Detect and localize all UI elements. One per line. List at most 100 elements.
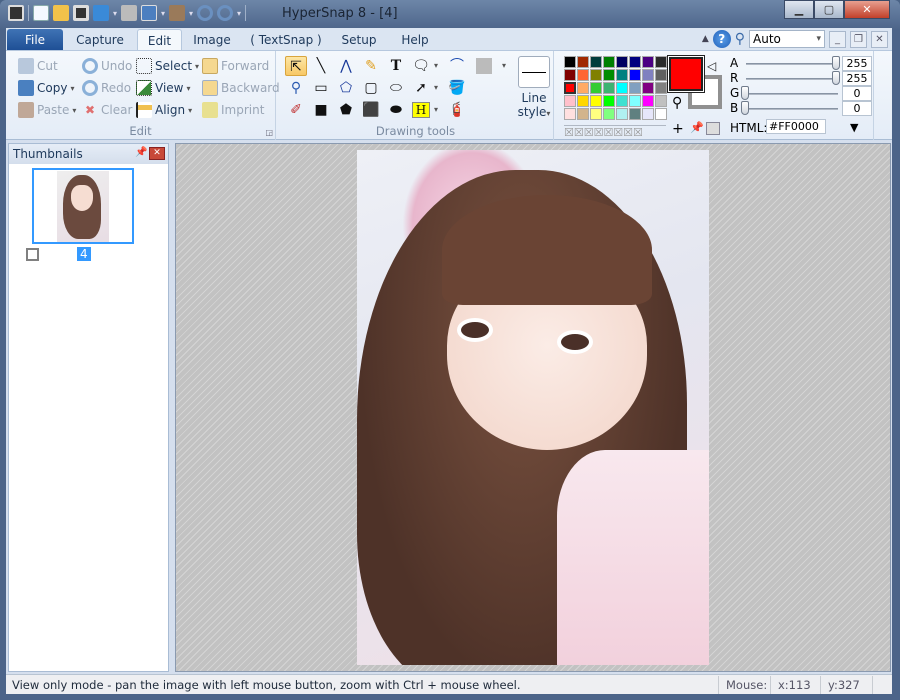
fill-tool[interactable]: 🪣 bbox=[446, 78, 468, 98]
zoom-select[interactable]: Auto bbox=[749, 30, 825, 48]
color-swatch[interactable] bbox=[616, 82, 628, 94]
color-swatch[interactable] bbox=[629, 56, 641, 68]
filled-ellipse-tool[interactable]: ⬬ bbox=[385, 100, 407, 120]
line-style-button[interactable]: Line style▾ bbox=[516, 56, 552, 120]
color-swatch[interactable] bbox=[655, 95, 667, 107]
color-swatch[interactable] bbox=[642, 69, 654, 81]
alpha-slider-thumb[interactable] bbox=[832, 56, 840, 70]
minimize-button[interactable]: ▁ bbox=[784, 0, 814, 19]
backward-button[interactable]: Backward bbox=[202, 80, 280, 96]
color-swatch[interactable] bbox=[629, 108, 641, 120]
thumbnail-item[interactable] bbox=[32, 168, 134, 244]
camera-icon[interactable] bbox=[8, 5, 24, 21]
filled-polygon-tool[interactable]: ⬟ bbox=[335, 100, 357, 120]
green-slider[interactable] bbox=[746, 93, 838, 95]
text-tool[interactable]: T bbox=[385, 56, 407, 76]
color-swatch[interactable] bbox=[655, 69, 667, 81]
color-swatch[interactable] bbox=[603, 56, 615, 68]
pin-icon[interactable]: 📌 bbox=[690, 121, 704, 134]
new-icon[interactable] bbox=[33, 5, 49, 21]
tab-textsnap[interactable]: ( TextSnap ) bbox=[246, 29, 326, 51]
color-swatch[interactable] bbox=[629, 82, 641, 94]
doc-minimize-button[interactable]: _ bbox=[829, 30, 846, 48]
collapse-ribbon-icon[interactable]: ▲ bbox=[702, 34, 709, 44]
redo-icon[interactable] bbox=[217, 5, 234, 21]
tab-file[interactable]: File bbox=[7, 29, 63, 51]
tab-setup[interactable]: Setup bbox=[334, 29, 384, 51]
tab-capture[interactable]: Capture bbox=[66, 29, 134, 51]
color-swatch[interactable] bbox=[603, 95, 615, 107]
eraser-tool[interactable]: ✐ bbox=[285, 100, 307, 120]
thumbnail-checkbox[interactable] bbox=[26, 248, 39, 261]
close-panel-icon[interactable]: ✕ bbox=[149, 147, 165, 160]
rectangle-tool[interactable]: ▭ bbox=[310, 78, 332, 98]
image-canvas[interactable] bbox=[175, 143, 891, 672]
cut-button[interactable]: Cut bbox=[18, 58, 58, 74]
upload-icon[interactable] bbox=[93, 5, 109, 21]
dialog-launcher-icon[interactable]: ◲ bbox=[265, 128, 273, 137]
alpha-value[interactable]: 255 bbox=[842, 56, 872, 71]
green-slider-thumb[interactable] bbox=[741, 86, 749, 100]
save-icon[interactable] bbox=[73, 5, 89, 21]
transparency-icon[interactable] bbox=[706, 122, 720, 135]
tab-image[interactable]: Image bbox=[186, 29, 238, 51]
color-swatch[interactable] bbox=[564, 95, 576, 107]
pin-icon[interactable]: 📌 bbox=[135, 147, 147, 158]
red-slider[interactable] bbox=[746, 78, 838, 80]
color-swatch[interactable] bbox=[629, 95, 641, 107]
spray-tool[interactable]: 🧯 bbox=[446, 100, 468, 120]
filled-rect-tool[interactable]: ■ bbox=[310, 100, 332, 120]
color-swatch[interactable] bbox=[616, 69, 628, 81]
blue-slider[interactable] bbox=[746, 108, 838, 110]
color-swatch[interactable] bbox=[655, 108, 667, 120]
clipboard-icon[interactable] bbox=[169, 5, 186, 21]
eyedropper-icon[interactable]: ⚲ bbox=[672, 95, 682, 111]
ellipse-tool[interactable]: ⬭ bbox=[385, 78, 407, 98]
undo-button[interactable]: Undo bbox=[82, 58, 132, 74]
polygon-tool[interactable]: ⬠ bbox=[335, 78, 357, 98]
zoom-tool[interactable]: ⚲ bbox=[285, 78, 307, 98]
arrow-tool[interactable]: ➚ bbox=[410, 78, 432, 98]
color-swatch[interactable] bbox=[642, 108, 654, 120]
rounded-rect-tool[interactable]: ▢ bbox=[360, 78, 382, 98]
swap-colors-icon[interactable]: ◁ bbox=[707, 59, 716, 73]
select-button[interactable]: Select ▾ bbox=[136, 58, 199, 74]
maximize-button[interactable]: ▢ bbox=[814, 0, 844, 19]
clear-button[interactable]: ✖ Clear bbox=[82, 102, 132, 118]
doc-close-button[interactable]: ✕ bbox=[871, 30, 888, 48]
pencil-tool[interactable]: ✎ bbox=[360, 56, 382, 76]
color-swatch[interactable] bbox=[655, 82, 667, 94]
imprint-button[interactable]: Imprint bbox=[202, 102, 264, 118]
color-swatch[interactable] bbox=[564, 69, 576, 81]
color-swatch[interactable] bbox=[577, 69, 589, 81]
color-swatch[interactable] bbox=[564, 82, 576, 94]
expand-icon[interactable]: ▼ bbox=[850, 121, 858, 134]
red-slider-thumb[interactable] bbox=[832, 71, 840, 85]
open-icon[interactable] bbox=[53, 5, 69, 21]
color-swatch[interactable] bbox=[642, 56, 654, 68]
color-swatch[interactable] bbox=[616, 56, 628, 68]
alpha-slider[interactable] bbox=[746, 63, 838, 65]
color-swatch[interactable] bbox=[590, 56, 602, 68]
green-value[interactable]: 0 bbox=[842, 86, 872, 101]
tab-help[interactable]: Help bbox=[390, 29, 440, 51]
color-swatch[interactable] bbox=[603, 108, 615, 120]
undo-icon[interactable] bbox=[197, 5, 214, 21]
copy-button[interactable]: Copy ▾ bbox=[18, 80, 74, 96]
pointer-tool[interactable]: ⇱ bbox=[285, 56, 307, 76]
foreground-color-swatch[interactable] bbox=[668, 56, 704, 92]
paste-button[interactable]: Paste ▾ bbox=[18, 102, 76, 118]
color-swatch[interactable] bbox=[629, 69, 641, 81]
doc-restore-button[interactable]: ❐ bbox=[850, 30, 867, 48]
arc-tool[interactable]: ⌒ bbox=[446, 56, 468, 76]
stamp-tool[interactable] bbox=[473, 56, 495, 76]
color-swatch[interactable] bbox=[642, 82, 654, 94]
filled-rounded-rect-tool[interactable]: ⬛ bbox=[360, 100, 382, 120]
view-button[interactable]: View ▾ bbox=[136, 80, 191, 96]
blue-value[interactable]: 0 bbox=[842, 101, 872, 116]
align-button[interactable]: Align ▾ bbox=[136, 102, 192, 118]
color-swatch[interactable] bbox=[564, 108, 576, 120]
color-swatch[interactable] bbox=[590, 108, 602, 120]
color-swatch[interactable] bbox=[616, 108, 628, 120]
blue-slider-thumb[interactable] bbox=[741, 101, 749, 115]
